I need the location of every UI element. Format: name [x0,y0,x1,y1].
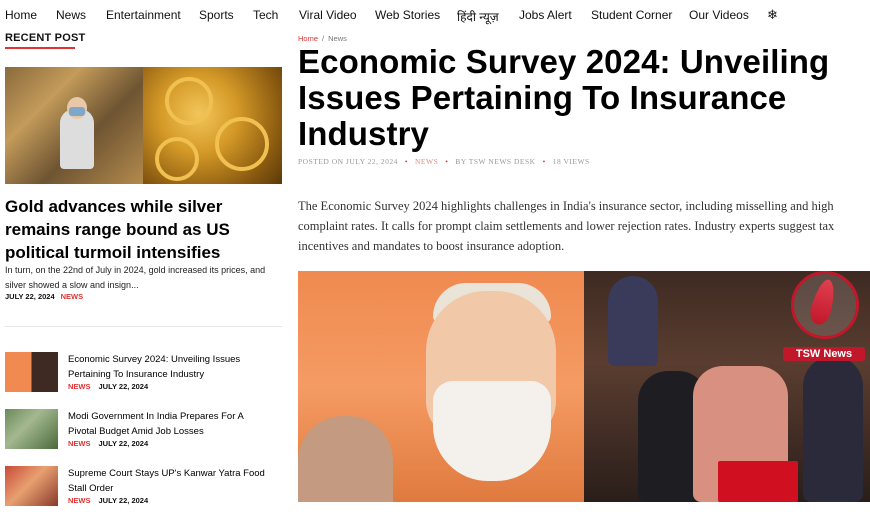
image-figure [608,276,658,366]
nav-news[interactable]: News [56,8,86,22]
image-figure-beard [433,381,551,481]
meta-separator: • [542,157,546,166]
nav-home[interactable]: Home [5,8,37,22]
featured-post-title[interactable]: Gold advances while silver remains range… [5,195,285,264]
featured-post-date: JULY 22, 2024 [5,292,55,301]
article-author[interactable]: BY TSW NEWS DESK [455,157,535,166]
gold-bangle [165,77,213,125]
breadcrumb-current[interactable]: News [328,34,347,43]
featured-post-category[interactable]: NEWS [61,292,84,301]
list-item[interactable]: Supreme Court Stays UP's Kanwar Yatra Fo… [5,466,282,516]
article-feature-image: TSW News [298,271,870,502]
breadcrumb: Home / News [298,34,347,43]
list-item[interactable]: Modi Government In India Prepares For A … [5,409,282,459]
red-budget-folder [718,461,798,502]
meta-separator: • [445,157,449,166]
nav-hindi-news[interactable]: हिंदी न्यूज़ [457,8,499,25]
recent-post-heading: RECENT POST [5,32,86,44]
nav-our-videos[interactable]: Our Videos [689,8,749,22]
post-date: JULY 22, 2024 [98,439,149,448]
meta-separator: • [404,157,408,166]
logo-text: TSW News [783,347,865,361]
heading-underline [5,47,75,49]
post-thumbnail[interactable] [5,352,58,392]
breadcrumb-home[interactable]: Home [298,34,318,43]
post-category[interactable]: NEWS [68,439,91,448]
post-meta: NEWS JULY 22, 2024 [68,382,148,391]
post-meta: NEWS JULY 22, 2024 [68,439,148,448]
post-thumbnail[interactable] [5,466,58,506]
post-category[interactable]: NEWS [68,382,91,391]
gold-bangle [155,137,199,181]
divider [5,326,282,327]
breadcrumb-separator: / [322,34,325,43]
post-date: JULY 22, 2024 [98,382,149,391]
post-thumbnail[interactable] [5,409,58,449]
gold-bangle [215,117,269,171]
article-date: POSTED ON JULY 22, 2024 [298,157,398,166]
post-title[interactable]: Economic Survey 2024: Unveiling Issues P… [68,352,273,382]
image-figure [803,356,863,502]
face-mask [69,107,85,116]
featured-post-excerpt: In turn, on the 22nd of July in 2024, go… [5,265,266,290]
featured-post-meta: JULY 22, 2024 NEWS [5,292,83,301]
top-nav: Home News Entertainment Sports Tech Vira… [0,0,870,30]
post-title[interactable]: Modi Government In India Prepares For A … [68,409,273,439]
post-category[interactable]: NEWS [68,496,91,505]
list-item[interactable]: Economic Survey 2024: Unveiling Issues P… [5,352,282,402]
article-meta: POSTED ON JULY 22, 2024 • NEWS • BY TSW NEWS… [298,157,590,166]
nav-sports[interactable]: Sports [199,8,234,22]
post-meta: NEWS JULY 22, 2024 [68,496,148,505]
article-summary: The Economic Survey 2024 highlights chal… [298,199,835,253]
nav-viral-video[interactable]: Viral Video [299,8,357,22]
nav-jobs-alert[interactable]: Jobs Alert [519,8,572,22]
article-category[interactable]: NEWS [415,157,438,166]
nav-tech[interactable]: Tech [253,8,278,22]
nav-entertainment[interactable]: Entertainment [106,8,181,22]
nav-student-corner[interactable]: Student Corner [591,8,672,22]
image-figure-woman [298,416,393,502]
featured-post-image[interactable] [5,67,282,184]
nav-web-stories[interactable]: Web Stories [375,8,440,22]
article-views: 18 VIEWS [552,157,590,166]
post-title[interactable]: Supreme Court Stays UP's Kanwar Yatra Fo… [68,466,273,496]
gear-icon[interactable]: ❄ [767,7,778,23]
tsw-news-logo: TSW News [783,271,865,366]
article-title: Economic Survey 2024: Unveiling Issues P… [298,43,830,152]
post-date: JULY 22, 2024 [98,496,149,505]
